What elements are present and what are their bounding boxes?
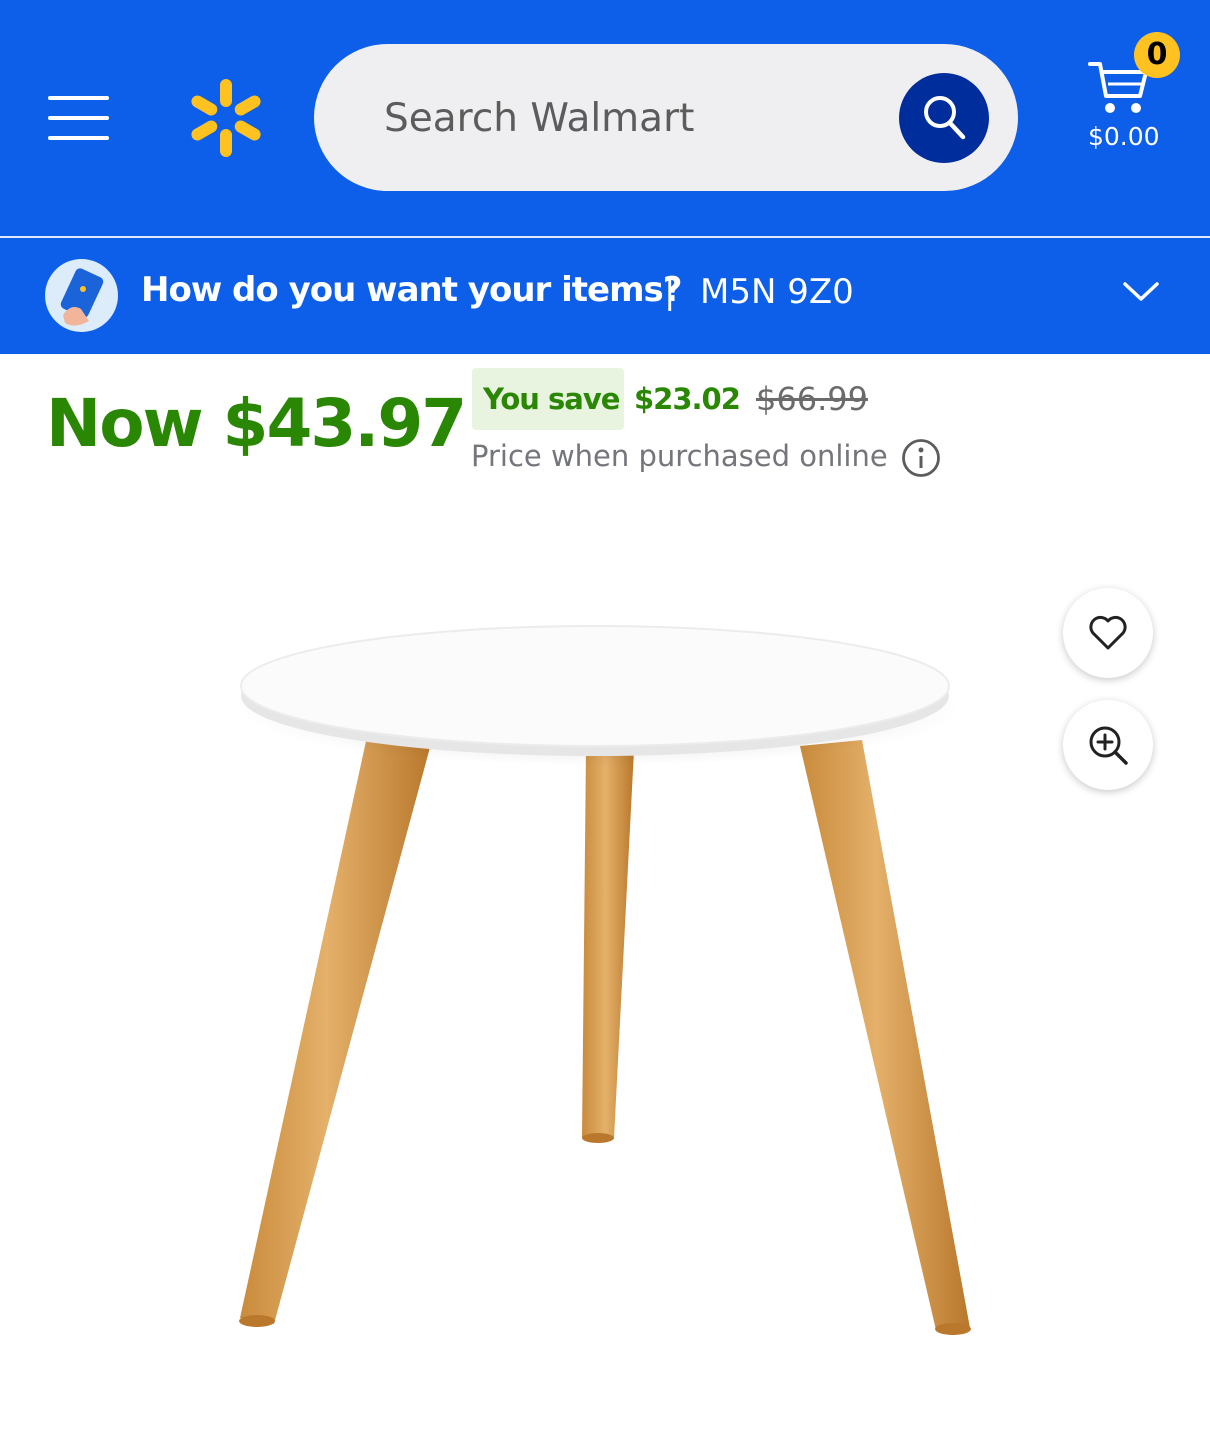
favorite-button[interactable]	[1063, 588, 1153, 678]
savings-badge: You save	[472, 368, 624, 430]
you-save-label: You save	[483, 382, 620, 416]
delivery-question: How do you want your items?	[141, 270, 682, 310]
heart-icon	[1089, 615, 1127, 650]
cart-count-badge: 0	[1134, 32, 1180, 78]
cart-button[interactable]: 0 $0.00	[1078, 32, 1190, 162]
zoom-in-icon	[1089, 726, 1128, 765]
zoom-button[interactable]	[1063, 700, 1153, 790]
menu-icon[interactable]	[48, 96, 110, 142]
search-input[interactable]	[382, 86, 886, 150]
savings-amount: $23.02	[634, 382, 741, 416]
search-button[interactable]	[899, 73, 989, 163]
chevron-down-icon[interactable]	[1122, 280, 1160, 304]
search-bar	[314, 44, 1018, 191]
was-price: $66.99	[756, 380, 868, 418]
postal-code: M5N 9Z0	[700, 272, 854, 312]
phone-hand-icon	[45, 259, 118, 332]
product-image[interactable]	[220, 600, 1010, 1360]
price-note: Price when purchased online	[471, 439, 888, 473]
cart-total: $0.00	[1088, 122, 1160, 151]
delivery-selector[interactable]: How do you want your items? | M5N 9Z0	[0, 238, 1210, 354]
search-icon	[924, 96, 966, 140]
current-price: Now $43.97	[46, 385, 467, 462]
delivery-separator: |	[664, 272, 676, 312]
site-header: 0 $0.00	[0, 0, 1210, 236]
walmart-spark-icon[interactable]	[187, 77, 267, 159]
info-icon[interactable]	[901, 438, 941, 478]
